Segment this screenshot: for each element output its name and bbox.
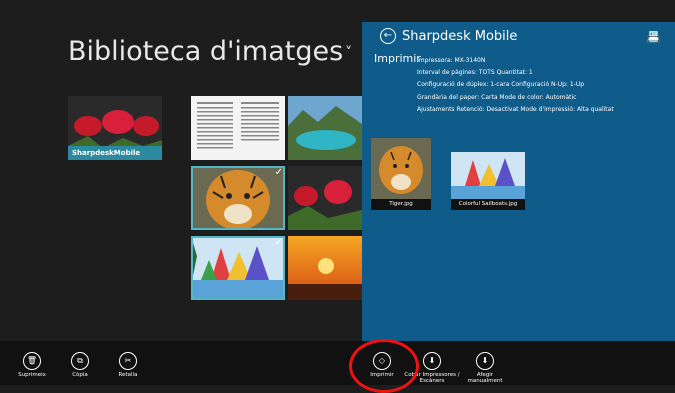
check-icon: ✓ (274, 237, 283, 248)
print-item-tiger[interactable]: Tiger.jpg (371, 138, 431, 210)
print-item-sailboats[interactable]: Colorful Sailboats.jpg (451, 152, 525, 210)
retention-line: Ajustaments Retenció: Desactivat Mode d'… (417, 105, 614, 113)
back-icon[interactable]: ← (380, 28, 396, 44)
tiger-preview (371, 138, 431, 199)
device-icon[interactable]: 📇 (646, 30, 661, 44)
duplex-line: Configuració de dúplex: 1-cara Configura… (417, 81, 585, 89)
printer-line: Impressora: MX-3140N (417, 57, 486, 64)
doc-label: Colorful Sailboats.jpg (451, 199, 525, 210)
lake-image (288, 96, 362, 160)
page-title[interactable]: Biblioteca d'imatges ˅ (68, 36, 352, 67)
copy-icon: ⧉ (71, 352, 89, 370)
app-title: Sharpdesk Mobile (402, 28, 518, 44)
sunset-image (288, 236, 362, 300)
folder-tile[interactable]: SharpdeskMobile (68, 96, 162, 160)
document-thumbnail[interactable] (191, 96, 285, 160)
cut-button[interactable]: ✂ Retalla (98, 352, 158, 378)
check-icon: ✓ (274, 167, 283, 178)
tiger-thumbnail[interactable]: ✓ (191, 166, 285, 230)
panel-header: ← Sharpdesk Mobile (380, 28, 517, 44)
print-heading: Imprimir (374, 52, 421, 65)
folder-label: SharpdeskMobile (68, 146, 162, 160)
flowers-thumbnail-2[interactable] (288, 166, 362, 230)
sailboats-thumbnail[interactable]: ✓ (191, 236, 285, 300)
tiger-image (191, 166, 285, 230)
chevron-down-icon[interactable]: ˅ (345, 45, 352, 61)
document-page (197, 102, 279, 149)
trash-icon: 🗑 (23, 352, 41, 370)
sunset-thumbnail[interactable] (288, 236, 362, 300)
print-settings: Impressora: MX-3140N Interval de pàgines… (417, 55, 614, 116)
lake-thumbnail[interactable] (288, 96, 362, 160)
download-icon: ⬇ (423, 352, 441, 370)
page-range-line: Interval de pàgines: TOTS Quantitat: 1 (417, 69, 533, 77)
scissors-icon: ✂ (119, 352, 137, 370)
sailboats-image (191, 236, 285, 300)
add-icon: ⬇ (476, 352, 494, 370)
paper-line: Grandària del paper: Carta Mode de color… (417, 93, 577, 101)
flowers-image (288, 166, 362, 230)
sailboats-preview (451, 152, 525, 199)
add-manually-button[interactable]: ⬇ Afegir manualment (455, 352, 515, 384)
doc-label: Tiger.jpg (371, 199, 431, 210)
